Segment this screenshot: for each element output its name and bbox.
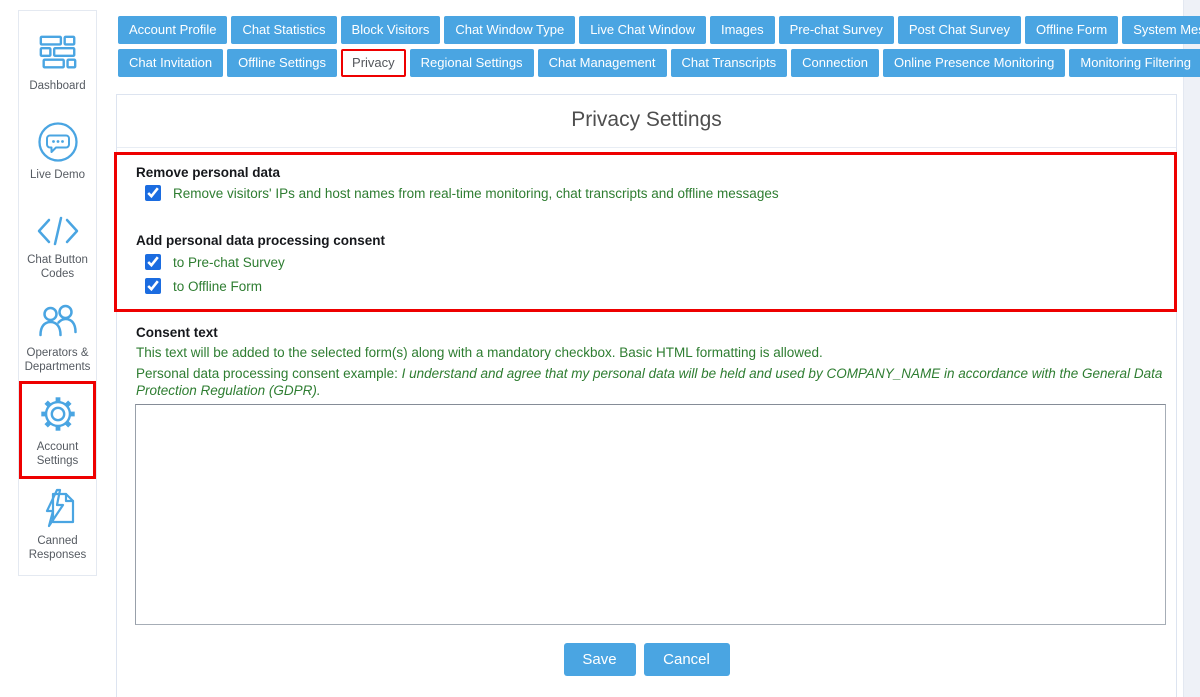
remove-ips-label: Remove visitors' IPs and host names from…	[173, 186, 779, 201]
sidebar-item-label: Dashboard	[21, 79, 95, 93]
tab-block-visitors[interactable]: Block Visitors	[341, 16, 441, 44]
cancel-button[interactable]: Cancel	[644, 643, 730, 676]
page-title: Privacy Settings	[117, 95, 1176, 132]
sidebar-item-operators-departments[interactable]: Operators & Departments	[19, 301, 96, 374]
tab-chat-management[interactable]: Chat Management	[538, 49, 667, 77]
prechat-consent-checkbox[interactable]	[145, 254, 161, 270]
sidebar-item-account-settings[interactable]: Account Settings	[19, 381, 96, 479]
offline-consent-label: to Offline Form	[173, 279, 262, 294]
tab-account-profile[interactable]: Account Profile	[118, 16, 227, 44]
add-consent-heading: Add personal data processing consent	[136, 233, 385, 248]
tab-online-presence-monitoring[interactable]: Online Presence Monitoring	[883, 49, 1065, 77]
sidebar: Dashboard Live Demo Chat Button Codes	[18, 10, 97, 576]
tab-offline-form[interactable]: Offline Form	[1025, 16, 1118, 44]
tab-system-messages[interactable]: System Messages	[1122, 16, 1200, 44]
consent-text-example: Personal data processing consent example…	[136, 365, 1168, 399]
tab-regional-settings[interactable]: Regional Settings	[410, 49, 534, 77]
remove-personal-data-heading: Remove personal data	[136, 165, 280, 180]
privacy-settings-panel: Privacy Settings Remove personal data Re…	[116, 94, 1177, 697]
form-actions: Save Cancel	[117, 643, 1176, 676]
sidebar-item-label: Canned Responses	[21, 534, 95, 562]
sidebar-item-live-demo[interactable]: Live Demo	[19, 121, 96, 182]
prechat-consent-label: to Pre-chat Survey	[173, 255, 285, 270]
tab-monitoring-filtering[interactable]: Monitoring Filtering	[1069, 49, 1200, 77]
sidebar-item-label: Chat Button Codes	[21, 253, 95, 281]
dashboard-icon	[37, 32, 79, 74]
code-icon	[37, 214, 79, 248]
tab-chat-statistics[interactable]: Chat Statistics	[231, 16, 336, 44]
prechat-consent-row: to Pre-chat Survey	[145, 254, 285, 270]
consent-text-description: This text will be added to the selected …	[136, 344, 1168, 361]
offline-consent-row: to Offline Form	[145, 278, 262, 294]
sidebar-item-label: Live Demo	[21, 168, 95, 182]
consent-example-prefix: Personal data processing consent example…	[136, 366, 402, 381]
consent-text-heading: Consent text	[136, 325, 218, 340]
sidebar-item-canned-responses[interactable]: Canned Responses	[19, 487, 96, 562]
remove-ips-row: Remove visitors' IPs and host names from…	[145, 185, 779, 201]
tab-pre-chat-survey[interactable]: Pre-chat Survey	[779, 16, 894, 44]
live-demo-icon	[37, 121, 79, 163]
tab-chat-window-type[interactable]: Chat Window Type	[444, 16, 575, 44]
tab-chat-invitation[interactable]: Chat Invitation	[118, 49, 223, 77]
sidebar-item-label: Account Settings	[21, 440, 95, 468]
sidebar-item-chat-button-codes[interactable]: Chat Button Codes	[19, 214, 96, 281]
settings-tabs-row1: Account Profile Chat Statistics Block Vi…	[118, 16, 1200, 44]
canned-responses-icon	[37, 487, 79, 529]
tab-images[interactable]: Images	[710, 16, 775, 44]
gear-icon	[37, 393, 79, 435]
sidebar-item-label: Operators & Departments	[21, 346, 95, 374]
panel-header: Privacy Settings	[117, 95, 1176, 148]
operators-icon	[37, 301, 79, 341]
offline-consent-checkbox[interactable]	[145, 278, 161, 294]
tab-privacy[interactable]: Privacy	[341, 49, 406, 77]
tab-offline-settings[interactable]: Offline Settings	[227, 49, 337, 77]
tab-live-chat-window[interactable]: Live Chat Window	[579, 16, 706, 44]
consent-text-input[interactable]	[135, 404, 1166, 625]
sidebar-item-dashboard[interactable]: Dashboard	[19, 32, 96, 93]
tab-post-chat-survey[interactable]: Post Chat Survey	[898, 16, 1021, 44]
remove-ips-checkbox[interactable]	[145, 185, 161, 201]
page-scrollbar[interactable]	[1183, 0, 1200, 697]
tab-connection[interactable]: Connection	[791, 49, 879, 77]
settings-tabs-row2: Chat Invitation Offline Settings Privacy…	[118, 49, 1200, 77]
save-button[interactable]: Save	[564, 643, 636, 676]
tab-chat-transcripts[interactable]: Chat Transcripts	[671, 49, 788, 77]
